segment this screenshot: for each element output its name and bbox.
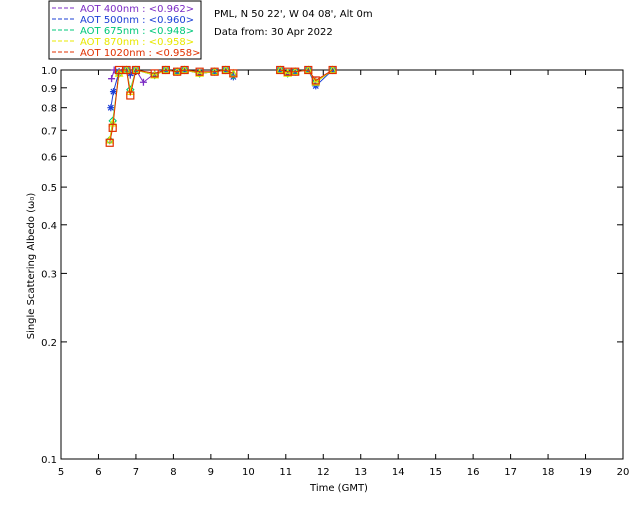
legend-entry: AOT 1020nm : <0.958>: [80, 48, 200, 59]
legend: AOT 400nm : <0.962>AOT 500nm : <0.960>AO…: [48, 0, 202, 60]
x-tick-label: 7: [133, 467, 139, 478]
x-tick-label: 11: [279, 467, 292, 478]
legend-entry: AOT 500nm : <0.960>: [80, 15, 194, 26]
y-tick-label: 0.6: [41, 152, 57, 163]
y-tick-label: 0.3: [41, 269, 57, 280]
y-tick-label: 0.1: [41, 455, 57, 466]
legend-entry: AOT 400nm : <0.962>: [80, 4, 194, 15]
y-tick-label: 0.9: [41, 84, 57, 95]
series-line: [110, 69, 333, 108]
y-tick-label: 0.4: [41, 221, 57, 232]
x-tick-label: 13: [354, 467, 367, 478]
chart: AOT 400nm : <0.962>AOT 500nm : <0.960>AO…: [26, 0, 630, 494]
y-tick-label: 0.2: [41, 338, 57, 349]
site-label: PML, N 50 22', W 04 08', Alt 0m: [214, 9, 373, 20]
legend-entry: AOT 870nm : <0.958>: [80, 37, 194, 48]
x-axis-label: Time (GMT): [309, 483, 368, 494]
x-tick-label: 17: [504, 467, 517, 478]
x-tick-label: 14: [392, 467, 405, 478]
x-tick-label: 5: [58, 467, 64, 478]
data-point: [108, 75, 116, 83]
x-tick-label: 16: [467, 467, 480, 478]
y-tick-label: 1.0: [41, 66, 57, 77]
x-tick-label: 8: [170, 467, 176, 478]
x-tick-label: 6: [95, 467, 101, 478]
x-tick-label: 20: [617, 467, 630, 478]
x-tick-label: 19: [579, 467, 592, 478]
x-tick-label: 9: [208, 467, 214, 478]
x-tick-label: 15: [429, 467, 442, 478]
plot-area: 5 6 7 8 9 10 11 12 13 14 15 16 17 18 19 20 0.1 0.2 0.3 0.4 0…: [41, 65, 630, 478]
legend-entry: AOT 675nm : <0.948>: [80, 26, 194, 37]
data-point: [107, 104, 115, 112]
date-label: Data from: 30 Apr 2022: [214, 27, 333, 38]
x-tick-label: 10: [242, 467, 255, 478]
y-tick-label: 0.7: [41, 126, 57, 137]
y-tick-label: 0.8: [41, 104, 57, 115]
y-axis-label: Single Scattering Albedo (ω₀): [26, 193, 37, 340]
plot-frame: [60, 69, 624, 460]
x-tick-label: 12: [317, 467, 330, 478]
y-tick-label: 0.5: [41, 183, 57, 194]
x-tick-label: 18: [542, 467, 555, 478]
